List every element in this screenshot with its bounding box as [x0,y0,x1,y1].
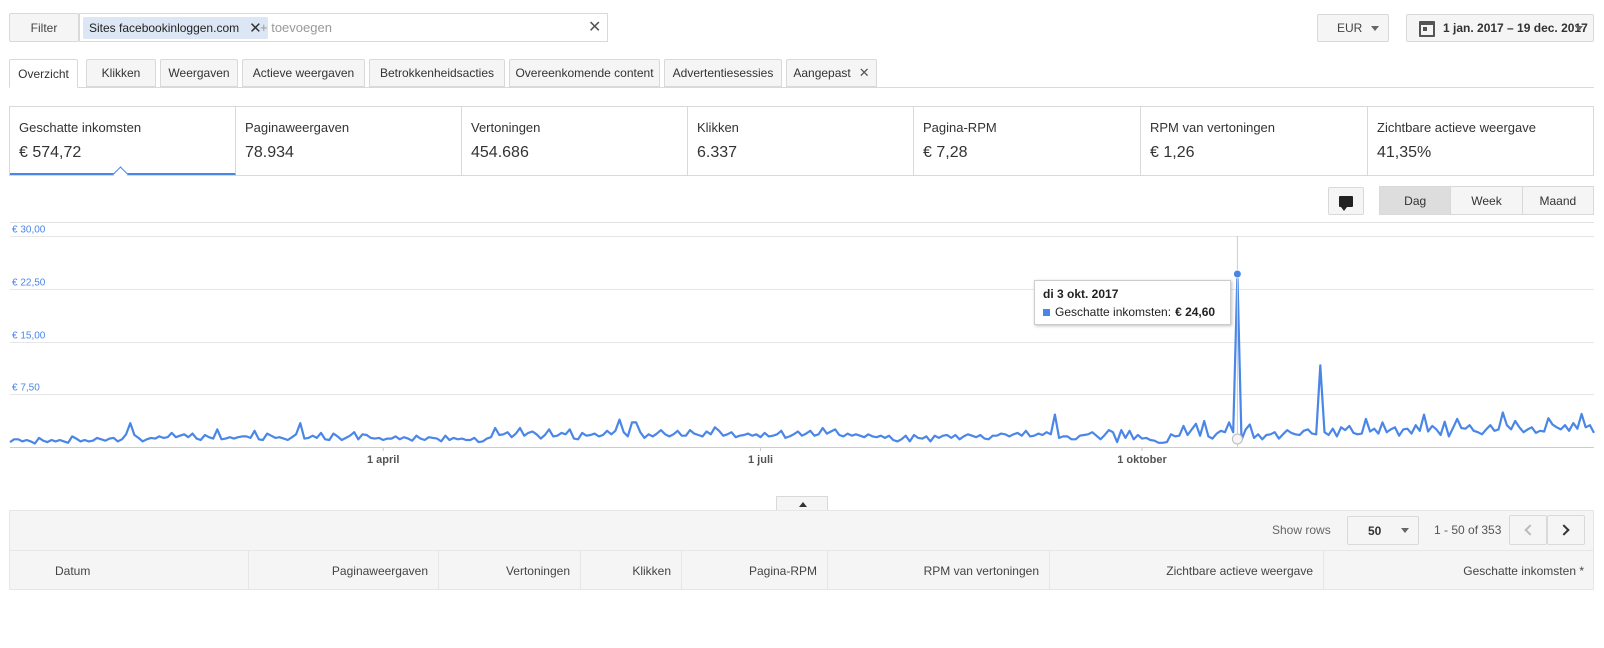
metric-value: € 574,72 [19,144,82,161]
highlighted-data-point [1232,269,1242,279]
metric-label: Geschatte inkomsten [19,120,142,135]
series-color-swatch [1043,308,1050,316]
earnings-line-chart: € 30,00 € 22,50 € 15,00 € 7,50 1 april 1 juli… [9,222,1595,466]
column-header-pagina-rpm[interactable]: Pagina-RPM [682,551,828,590]
metric-value: 454.686 [471,144,529,161]
granularity-week[interactable]: Week [1450,186,1523,215]
metric-value: 78.934 [245,144,294,161]
show-rows-label: Show rows [1272,523,1331,537]
x-tick-label: 1 april [367,454,399,466]
rows-per-page-value: 50 [1368,523,1382,538]
metric-label: RPM van vertoningen [1150,120,1276,135]
metric-value: 6.337 [697,144,738,161]
column-header-geschatte-inkomsten[interactable]: Geschatte inkomsten * [1324,551,1594,590]
tab-label: Aangepast [793,66,851,80]
filter-add-input[interactable]: + toevoegen [260,20,332,35]
calendar-icon [1419,21,1435,37]
metric-value: 41,35% [1377,144,1432,161]
tab-advertentiesessies[interactable]: Advertentiesessies [664,59,782,87]
metric-label: Zichtbare actieve weergave [1377,120,1536,135]
rows-per-page-select[interactable]: 50 [1347,516,1419,545]
metric-zichtbare-actieve-weergave[interactable]: Zichtbare actieve weergave 41,35% [1368,107,1593,175]
tab-actieve-weergaven[interactable]: Actieve weergaven [242,59,365,87]
clear-filter-icon[interactable]: ✕ [588,17,601,37]
tab-label: Advertentiesessies [672,66,774,80]
annotation-button[interactable] [1328,187,1364,215]
filter-input-box[interactable]: Sites facebookinloggen.com ✕ + toevoegen… [79,13,608,42]
metric-label: Vertoningen [471,120,541,135]
filter-chip-prefix: Sites [89,21,116,35]
tab-klikken[interactable]: Klikken [86,59,156,87]
tooltip-date: di 3 okt. 2017 [1043,287,1119,301]
x-tick-label: 1 juli [748,454,773,466]
metric-value: € 7,28 [923,144,968,161]
metric-pagina-rpm[interactable]: Pagina-RPM € 7,28 [914,107,1141,175]
chart-tooltip: di 3 okt. 2017 Geschatte inkomsten: € 24… [1034,280,1231,325]
currency-select[interactable]: EUR [1317,14,1389,42]
metric-scorecards: Geschatte inkomsten € 574,72 Paginaweerg… [9,106,1594,176]
annotation-marker-icon [1231,433,1243,445]
metric-label: Paginaweergaven [245,120,350,135]
metric-value: € 1,26 [1150,144,1195,161]
metric-rpm-van-vertoningen[interactable]: RPM van vertoningen € 1,26 [1141,107,1368,175]
metric-label: Klikken [697,120,739,135]
currency-value: EUR [1337,21,1363,35]
metric-paginaweergaven[interactable]: Paginaweergaven 78.934 [236,107,462,175]
y-tick-label: € 22,50 [12,278,46,289]
column-header-rpm-van-vertoningen[interactable]: RPM van vertoningen [828,551,1050,590]
date-range-picker[interactable]: 1 jan. 2017 – 19 dec. 2017 [1406,14,1594,42]
y-tick-label: € 30,00 [12,225,46,236]
tab-label: Actieve weergaven [252,66,355,80]
tab-label: Overzicht [18,66,69,81]
granularity-dag[interactable]: Dag [1379,186,1452,215]
column-header-datum[interactable]: Datum [9,551,249,590]
earnings-chart: € 30,00 € 22,50 € 15,00 € 7,50 1 april 1 juli… [0,222,1604,477]
column-header-zichtbare-actieve-weergave[interactable]: Zichtbare actieve weergave [1050,551,1324,590]
column-header-vertoningen[interactable]: Vertoningen [439,551,581,590]
table-header: Datum Paginaweergaven Vertoningen Klikke… [9,550,1594,590]
chevron-down-icon [1401,528,1409,533]
chevron-down-icon [1371,26,1379,31]
tab-overzicht[interactable]: Overzicht [9,59,78,88]
filter-button[interactable]: Filter [9,13,79,42]
y-tick-label: € 7,50 [12,383,40,394]
next-page-button[interactable] [1547,515,1585,545]
previous-page-button[interactable] [1509,515,1547,545]
column-header-klikken[interactable]: Klikken [581,551,682,590]
column-header-paginaweergaven[interactable]: Paginaweergaven [249,551,439,590]
tooltip-value: € 24,60 [1175,305,1216,319]
pagination-range: 1 - 50 of 353 [1434,523,1502,537]
metric-klikken[interactable]: Klikken 6.337 [688,107,914,175]
metric-label: Pagina-RPM [923,120,997,135]
collapse-chart-button[interactable] [776,496,828,510]
chevron-right-icon [1558,524,1570,536]
granularity-maand[interactable]: Maand [1521,186,1594,215]
tab-label: Weergaven [168,66,230,80]
granularity-toggle: Dag Week Maand [1379,186,1594,215]
chevron-down-icon [1575,26,1583,31]
filter-chip-value: facebookinloggen.com [119,21,240,35]
tab-weergaven[interactable]: Weergaven [160,59,238,87]
filter-chip-sites[interactable]: Sites facebookinloggen.com ✕ [83,17,268,39]
close-icon[interactable]: ✕ [859,65,870,81]
tab-label: Klikken [101,66,141,80]
series-line-geschatte-inkomsten [9,272,1595,445]
y-tick-label: € 15,00 [12,331,46,342]
tooltip-row: Geschatte inkomsten: € 24,60 [1043,305,1222,319]
report-tabs: Overzicht Klikken Weergaven Actieve weer… [9,59,1594,88]
tab-label: Overeenkomende content [515,66,654,80]
date-range-value: 1 jan. 2017 – 19 dec. 2017 [1443,21,1588,35]
comment-icon [1339,195,1353,211]
chevron-left-icon [1524,524,1536,536]
tab-betrokkenheidsacties[interactable]: Betrokkenheidsacties [369,59,505,87]
tab-overeenkomende-content[interactable]: Overeenkomende content [509,59,660,87]
x-tick-label: 1 oktober [1117,454,1167,466]
tab-aangepast[interactable]: Aangepast ✕ [786,59,877,87]
metric-vertoningen[interactable]: Vertoningen 454.686 [462,107,688,175]
tab-label: Betrokkenheidsacties [379,66,495,80]
metric-geschatte-inkomsten[interactable]: Geschatte inkomsten € 574,72 [10,107,236,175]
chevron-up-icon [799,502,807,507]
tooltip-series: Geschatte inkomsten: [1055,305,1172,319]
